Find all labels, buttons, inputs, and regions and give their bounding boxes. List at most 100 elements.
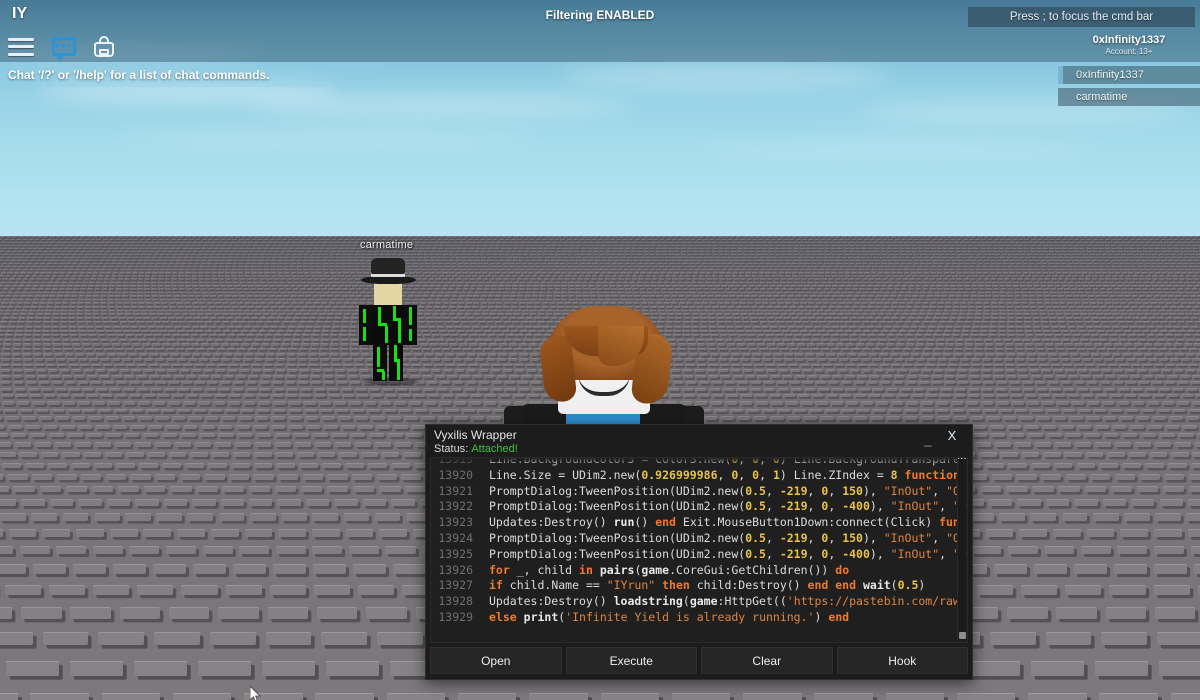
stud [233,248,238,250]
stud [1,272,6,274]
stud [1036,272,1041,274]
stud [238,266,243,268]
stud [1048,269,1053,271]
stud [95,269,100,271]
stud [141,310,147,312]
stud [1176,266,1181,268]
stud [1089,236,1094,238]
stud [724,313,731,315]
stud [808,282,814,284]
stud [309,236,314,238]
stud [456,260,461,262]
stud [843,251,848,253]
stud [754,269,759,271]
stud [769,248,774,250]
stud [785,257,790,259]
stud [93,272,98,274]
stud [1115,306,1121,308]
stud [575,236,580,238]
stud [1037,299,1043,301]
stud [1009,260,1014,262]
stud [662,292,668,294]
stud [606,254,611,256]
stud [1016,242,1021,244]
stud [632,288,638,290]
stud [220,285,226,287]
stud [798,272,803,274]
stud [774,260,779,262]
stud [160,269,165,271]
stud [1141,299,1147,301]
stud [45,275,50,277]
stud [238,292,244,294]
stud [787,251,792,253]
stud [993,251,998,253]
stud [1055,285,1061,287]
stud [545,236,550,238]
stud [1144,266,1149,268]
stud [1026,275,1031,277]
stud [1069,285,1075,287]
stud [1153,278,1158,280]
stud [652,266,657,268]
stud [307,239,312,241]
stud [633,245,638,247]
stud [1186,248,1191,250]
stud [551,236,556,238]
stud [1047,282,1053,284]
stud [1053,266,1058,268]
stud [100,260,105,262]
stud [800,248,805,250]
stud [589,245,594,247]
stud [233,263,238,265]
stud [861,242,866,244]
stud [800,302,806,304]
stud [557,248,562,250]
stud [1190,254,1195,256]
stud [990,236,995,238]
stud [851,299,857,301]
stud [852,269,857,271]
stud [178,257,183,259]
stud [1166,302,1172,304]
stud [859,299,865,301]
stud [313,295,319,297]
stud [744,254,749,256]
stud [443,257,448,259]
stud [317,254,322,256]
stud [787,248,792,250]
stud [36,292,42,294]
stud [1114,292,1120,294]
stud [826,269,831,271]
stud [829,313,836,315]
stud [478,266,483,268]
stud [956,248,961,250]
stud [74,285,80,287]
stud [808,239,813,241]
stud [787,242,792,244]
stud [303,236,308,238]
stud [18,299,24,301]
stud [265,275,270,277]
stud [278,260,283,262]
stud [54,306,60,308]
stud [561,282,567,284]
stud [470,236,475,238]
stud [972,242,977,244]
stud [225,269,230,271]
stud [260,317,267,319]
stud [620,272,625,274]
stud [650,269,655,271]
stud [780,269,785,271]
stud [229,254,234,256]
stud [452,295,458,297]
stud [297,272,302,274]
stud [897,272,902,274]
stud [498,285,504,287]
stud [911,272,916,274]
stud [324,251,329,253]
stud [840,266,845,268]
stud [100,306,106,308]
stud [976,306,982,308]
stud [614,257,619,259]
